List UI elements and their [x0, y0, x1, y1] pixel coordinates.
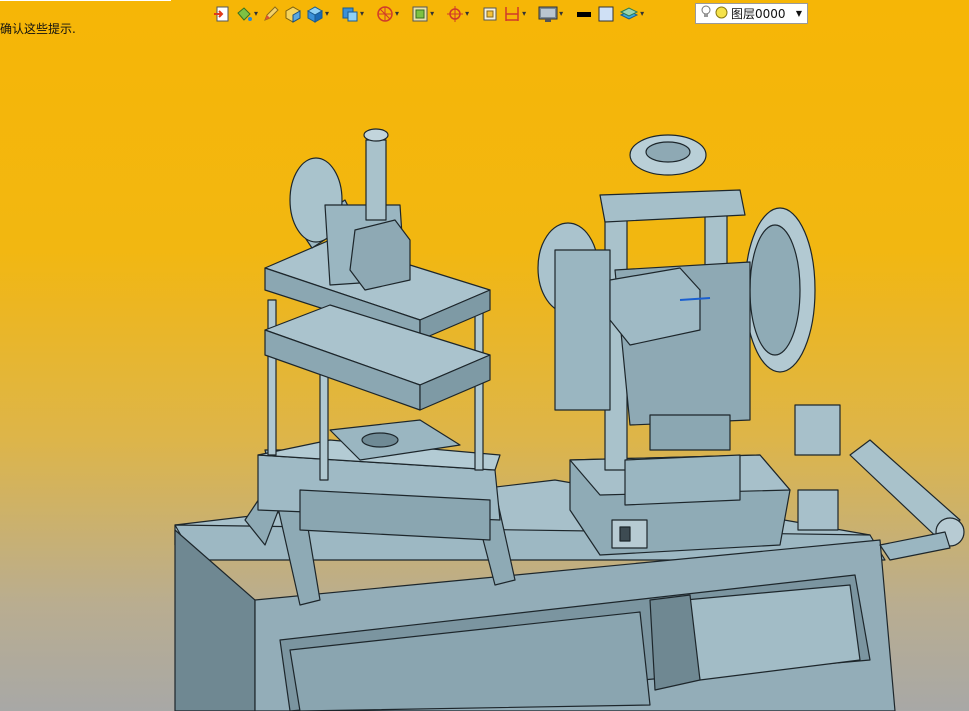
layer-color-dot-icon: [715, 6, 728, 22]
line-weight-button[interactable]: [574, 3, 594, 25]
display-toolbar: ▾ ▾ ▾ ▾ ▾ ▾ ▾ ▾ ▾: [212, 2, 645, 26]
target-icon: [446, 5, 464, 23]
dimension-icon: [503, 5, 521, 23]
box-icon: [284, 5, 302, 23]
chevron-down-icon: ▾: [522, 9, 527, 18]
pen-icon: [262, 5, 280, 23]
chevron-down-icon: ▾: [430, 9, 435, 18]
monitor-icon: [538, 5, 558, 23]
color-swatch-icon: [597, 5, 615, 23]
layer-dropdown[interactable]: 图层0000 ▼: [695, 3, 808, 24]
box-button[interactable]: [283, 3, 303, 25]
paint-bucket-button[interactable]: ▾: [234, 3, 259, 25]
chevron-down-icon: ▾: [395, 9, 400, 18]
hint-text: 确认这些提示.: [0, 22, 76, 36]
box-select-button[interactable]: [480, 3, 500, 25]
frame-button[interactable]: ▾: [410, 3, 435, 25]
left-press: [244, 128, 516, 606]
monitor-button[interactable]: ▾: [537, 3, 564, 25]
chevron-down-icon: ▾: [465, 9, 470, 18]
pen-button[interactable]: [261, 3, 281, 25]
layer-name: 图层0000: [731, 7, 786, 21]
solid-cube-icon: [306, 5, 324, 23]
dimension-button[interactable]: ▾: [502, 3, 527, 25]
import-icon: [213, 5, 231, 23]
section-icon: [376, 5, 394, 23]
solid-cube-button[interactable]: ▾: [305, 3, 330, 25]
chevron-down-icon: ▾: [325, 9, 330, 18]
chevron-down-icon: ▾: [360, 9, 365, 18]
lightbulb-icon: [700, 5, 712, 22]
layers-icon: [619, 5, 639, 23]
3d-viewport[interactable]: [0, 0, 969, 711]
chevron-down-icon: ▼: [795, 9, 802, 18]
chevron-down-icon: ▾: [640, 9, 645, 18]
target-button[interactable]: ▾: [445, 3, 470, 25]
paint-bucket-icon: [235, 5, 253, 23]
import-button[interactable]: [212, 3, 232, 25]
frame-icon: [411, 5, 429, 23]
line-weight-icon: [575, 5, 593, 23]
section-button[interactable]: ▾: [375, 3, 400, 25]
right-punch-press: [537, 134, 965, 561]
view-cube-button[interactable]: ▾: [340, 3, 365, 25]
box-select-icon: [481, 5, 499, 23]
color-swatch-button[interactable]: [596, 3, 616, 25]
chevron-down-icon: ▾: [559, 9, 564, 18]
view-cube-icon: [341, 5, 359, 23]
layers-button[interactable]: ▾: [618, 3, 645, 25]
chevron-down-icon: ▾: [254, 9, 259, 18]
